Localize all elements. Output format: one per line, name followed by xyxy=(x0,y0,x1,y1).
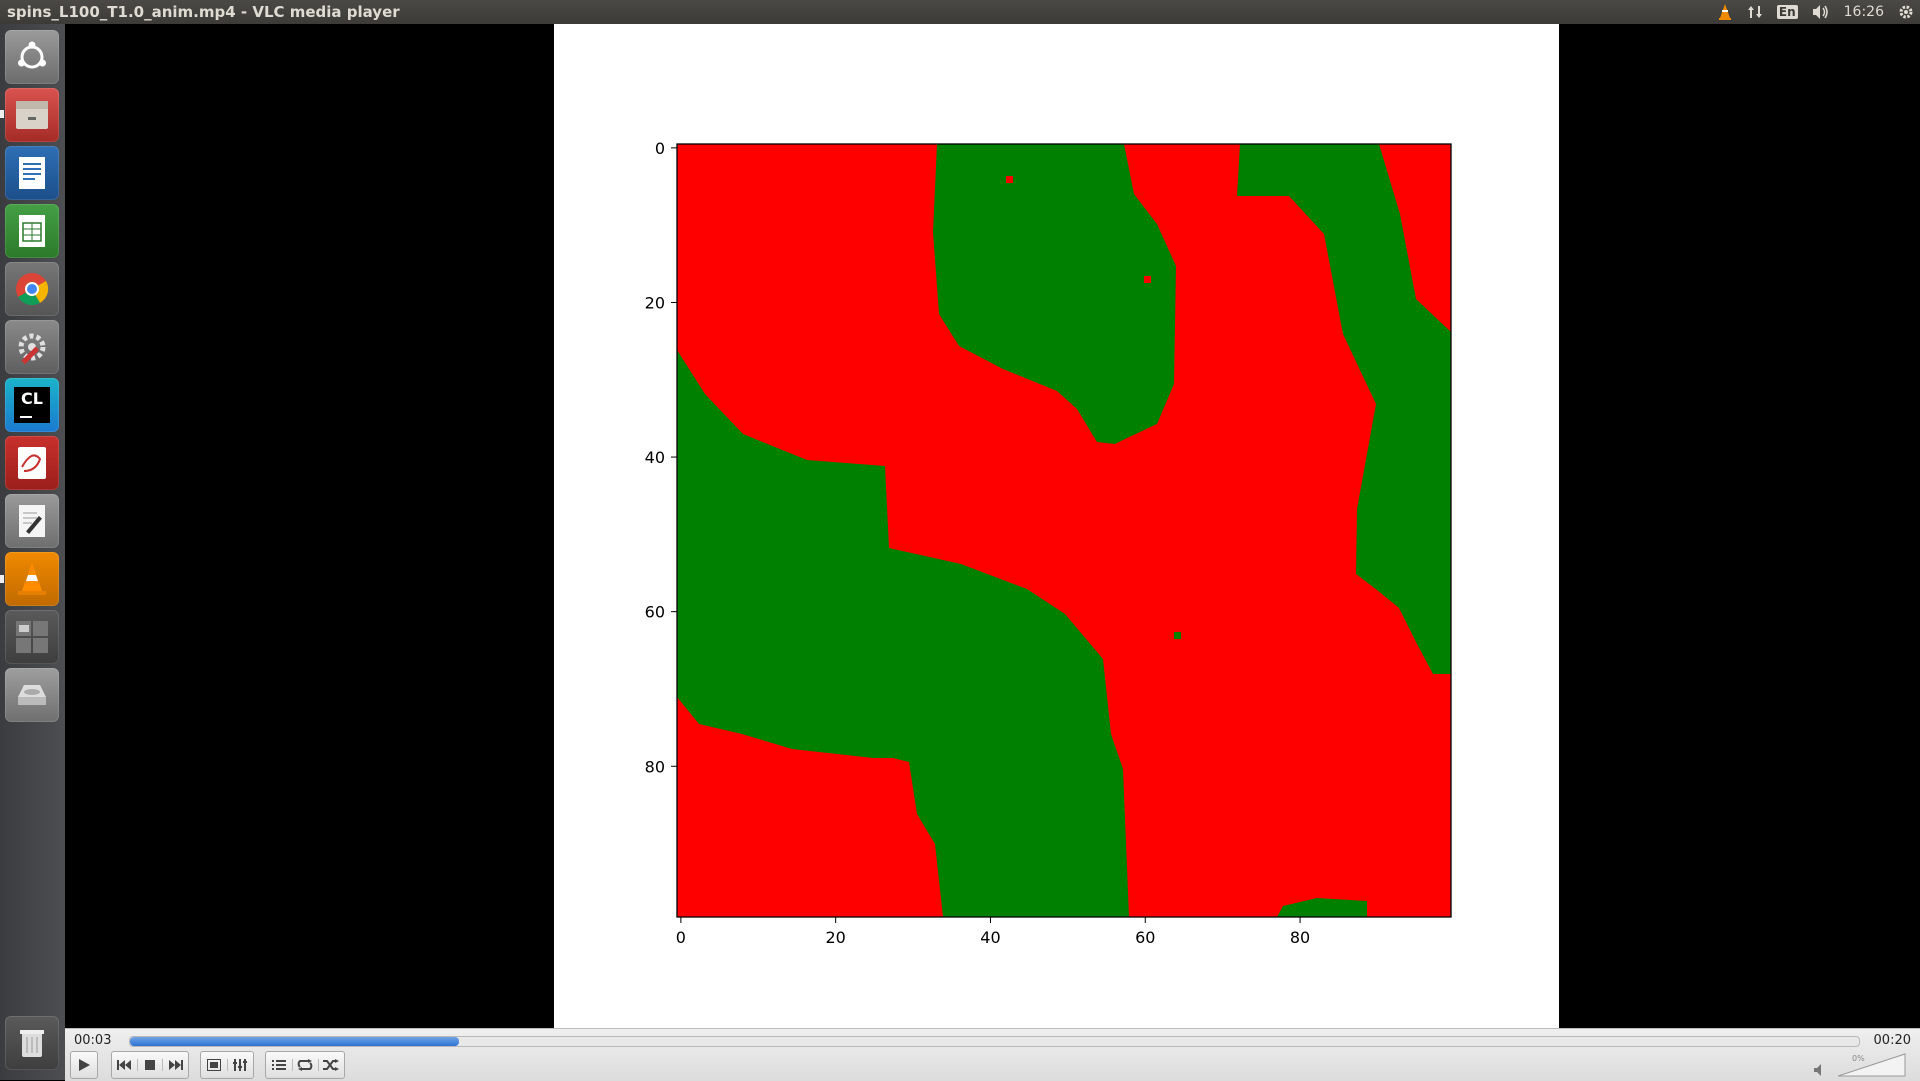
volume-slider[interactable]: 0% xyxy=(1837,1053,1906,1077)
y-tick-label: 60 xyxy=(645,603,665,622)
y-axis: 0 20 40 60 80 xyxy=(645,139,677,776)
loop-button[interactable] xyxy=(293,1059,319,1071)
writer-launcher[interactable] xyxy=(5,146,59,200)
y-tick-label: 0 xyxy=(655,139,665,158)
vlc-cone-icon xyxy=(18,563,46,595)
clion-icon: CL xyxy=(14,387,50,423)
x-tick-label: 20 xyxy=(825,928,845,947)
shuffle-button[interactable] xyxy=(319,1059,344,1071)
shuffle-icon xyxy=(323,1059,339,1071)
playback-controls: 00:03 00:20 0% xyxy=(65,1028,1920,1081)
calc-launcher[interactable] xyxy=(5,204,59,258)
extended-settings-button[interactable] xyxy=(228,1059,253,1071)
video-frame: 0 20 40 60 80 0 20 40 60 80 xyxy=(554,24,1559,1028)
lattice-image xyxy=(677,144,1451,917)
settings-launcher[interactable] xyxy=(5,320,59,374)
network-icon[interactable] xyxy=(1747,4,1763,20)
total-time: 00:20 xyxy=(1873,1033,1911,1048)
defect-dot-2 xyxy=(1144,276,1151,283)
volume-level: 0% xyxy=(1852,1054,1865,1063)
workspaces-icon xyxy=(16,621,48,653)
seek-bar[interactable] xyxy=(129,1036,1860,1047)
view-group xyxy=(200,1051,254,1079)
stop-icon xyxy=(145,1060,155,1070)
drive-launcher[interactable] xyxy=(5,668,59,722)
playlist-group xyxy=(265,1051,345,1079)
chrome-launcher[interactable] xyxy=(5,262,59,316)
pdf-viewer-icon xyxy=(18,447,46,479)
pdf-viewer-launcher[interactable] xyxy=(5,436,59,490)
spreadsheet-icon xyxy=(19,215,45,247)
vlc-tray-icon[interactable] xyxy=(1717,3,1733,21)
trash-icon xyxy=(20,1030,44,1057)
play-button[interactable] xyxy=(70,1051,98,1079)
system-tray: En 16:26 xyxy=(1717,0,1914,24)
x-axis: 0 20 40 60 80 xyxy=(676,917,1310,947)
clion-label: CL xyxy=(21,389,43,408)
y-tick-label: 20 xyxy=(645,293,665,312)
defect-dot-3 xyxy=(1174,632,1181,639)
top-panel: spins_L100_T1.0_anim.mp4 - VLC media pla… xyxy=(0,0,1920,24)
trash-launcher[interactable] xyxy=(5,1016,59,1070)
video-area[interactable]: 0 20 40 60 80 0 20 40 60 80 xyxy=(65,24,1920,1028)
seek-bar-fill xyxy=(130,1037,459,1046)
session-gear-icon[interactable] xyxy=(1898,4,1914,20)
document-icon xyxy=(19,157,45,189)
settings-wrench-icon xyxy=(18,333,46,365)
elapsed-time: 00:03 xyxy=(74,1033,112,1048)
y-tick-label: 40 xyxy=(645,448,665,467)
defect-dot-1 xyxy=(1006,176,1013,183)
next-button[interactable] xyxy=(163,1059,188,1071)
previous-icon xyxy=(117,1060,132,1070)
x-tick-label: 40 xyxy=(980,928,1000,947)
y-tick-label: 80 xyxy=(645,757,665,776)
workspace-switcher-launcher[interactable] xyxy=(5,610,59,664)
active-indicator xyxy=(0,575,4,583)
fullscreen-button[interactable] xyxy=(202,1059,228,1071)
dash-home-button[interactable] xyxy=(5,30,59,84)
text-editor-launcher[interactable] xyxy=(5,494,59,548)
running-indicator xyxy=(0,110,4,118)
disk-drive-icon xyxy=(18,685,46,705)
files-launcher[interactable] xyxy=(5,88,59,142)
x-tick-label: 80 xyxy=(1290,928,1310,947)
next-icon xyxy=(168,1060,183,1070)
fullscreen-icon xyxy=(207,1059,221,1071)
ubuntu-logo-icon xyxy=(18,41,46,69)
playlist-button[interactable] xyxy=(267,1059,293,1071)
volume-icon[interactable] xyxy=(1812,4,1830,20)
spin-lattice-plot: 0 20 40 60 80 0 20 40 60 80 xyxy=(645,139,1452,947)
window-title: spins_L100_T1.0_anim.mp4 - VLC media pla… xyxy=(7,3,400,21)
equalizer-icon xyxy=(233,1059,247,1071)
volume-speaker-icon[interactable] xyxy=(1814,1061,1828,1080)
clock[interactable]: 16:26 xyxy=(1844,4,1884,20)
file-cabinet-icon xyxy=(16,101,48,129)
play-icon xyxy=(79,1059,90,1071)
text-editor-icon xyxy=(19,505,45,537)
transport-group xyxy=(111,1051,189,1079)
x-tick-label: 60 xyxy=(1135,928,1155,947)
playlist-icon xyxy=(272,1060,286,1070)
chrome-icon xyxy=(16,273,49,306)
vlc-launcher[interactable] xyxy=(5,552,59,606)
launcher: CL xyxy=(0,24,66,1080)
keyboard-layout-indicator[interactable]: En xyxy=(1776,5,1798,19)
previous-button[interactable] xyxy=(112,1059,138,1071)
clion-launcher[interactable]: CL xyxy=(5,378,59,432)
loop-icon xyxy=(297,1059,313,1071)
stop-button[interactable] xyxy=(138,1059,164,1071)
x-tick-label: 0 xyxy=(676,928,686,947)
